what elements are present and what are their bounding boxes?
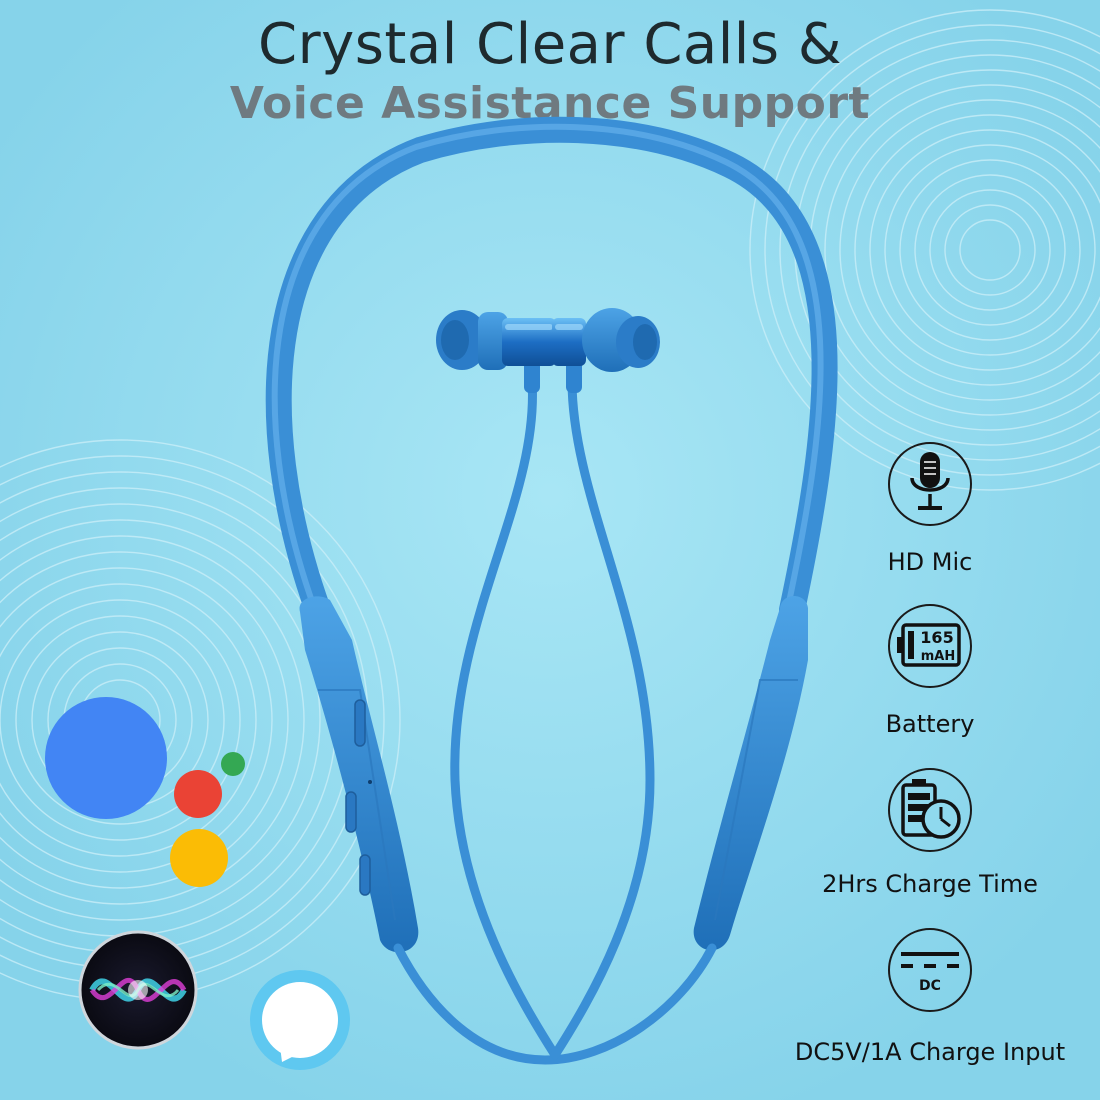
- microphone-icon: [888, 442, 972, 526]
- feature-label-charge-input: DC5V/1A Charge Input: [794, 1038, 1066, 1066]
- google-green-dot: [221, 752, 245, 776]
- left-earbud-cable: [450, 375, 560, 1060]
- dc-icon-text: DC: [919, 978, 941, 994]
- google-blue-dot: [45, 697, 167, 819]
- bottom-cable: [393, 943, 717, 1065]
- feature-label-battery: Battery: [885, 710, 975, 738]
- battery-capacity-unit: mAH: [921, 649, 956, 664]
- charge-time-icon: [888, 768, 972, 852]
- dc-power-icon: DC: [888, 928, 972, 1012]
- google-yellow-dot: [170, 829, 228, 887]
- right-earbud-cable: [550, 375, 655, 1060]
- feature-label-charge-time: 2Hrs Charge Time: [822, 870, 1038, 898]
- volume-down-button: [359, 854, 371, 896]
- play-pause-button: [345, 791, 357, 833]
- alexa-logo: [250, 970, 350, 1070]
- left-control-pod: [299, 596, 419, 953]
- google-assistant-logo: [45, 697, 245, 887]
- siri-logo: [78, 930, 198, 1050]
- left-earbud: [436, 310, 556, 393]
- right-earbud: [552, 308, 660, 393]
- feature-label-hd-mic: HD Mic: [887, 548, 973, 576]
- volume-up-button: [354, 699, 366, 747]
- product-banner: Crystal Clear Calls & Voice Assistance S…: [0, 0, 1100, 1100]
- battery-capacity-value: 165: [920, 628, 953, 647]
- neckband-cable: [265, 116, 838, 623]
- battery-icon: 165 mAH: [888, 604, 972, 688]
- google-red-dot: [174, 770, 222, 818]
